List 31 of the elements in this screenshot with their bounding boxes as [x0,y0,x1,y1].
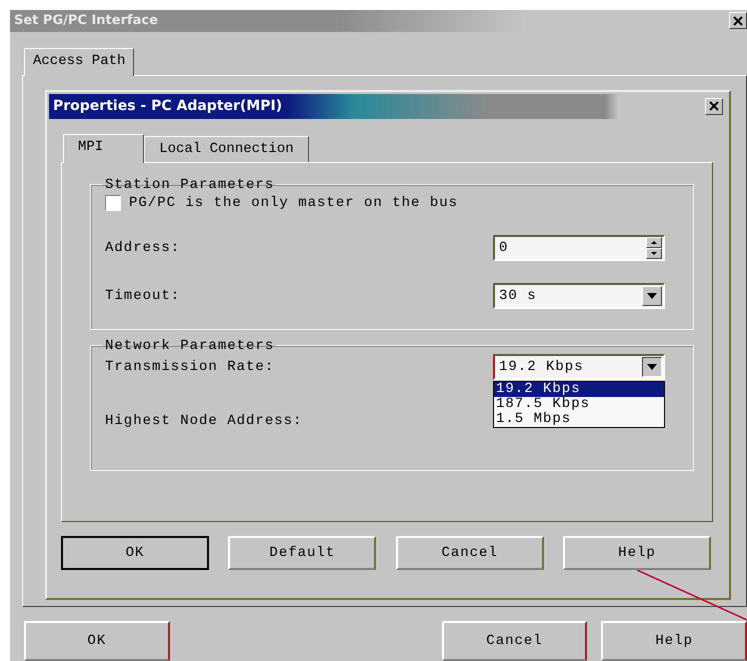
spin-field[interactable]: 0 [493,234,665,261]
tab[interactable]: Access Path [24,48,134,76]
field-label: Transmission Rate: [105,358,274,375]
dialog-button[interactable]: Help [562,536,711,570]
checkbox-label: PG/PC is the only master on the bus [129,194,458,211]
dialog-button[interactable]: Help [601,621,747,661]
dropdown[interactable]: 19.2 Kbps [493,354,665,380]
group-title: Station Parameters [104,176,276,193]
close-button[interactable] [705,98,723,115]
field-label: Address: [105,240,180,256]
checkbox[interactable] [105,194,121,211]
tab[interactable]: Local Connection [144,136,309,162]
dropdown-option[interactable]: 19.2 Kbps [494,382,664,397]
spin-buttons[interactable] [646,236,662,259]
close-button[interactable] [729,12,747,30]
dialog-button[interactable]: Cancel [442,621,588,661]
dialog-button[interactable]: Cancel [396,536,544,570]
close-icon [709,101,719,112]
dropdown-option[interactable]: 1.5 Mbps [494,412,664,427]
close-icon [733,16,743,26]
group-title: Network Parameters [104,338,276,354]
dialog-button[interactable]: OK [61,536,209,570]
dropdown[interactable]: 30 s [493,282,665,309]
field-label: Timeout: [105,288,180,304]
tab[interactable]: MPI [63,134,144,163]
dialog-title: Properties - PC Adapter(MPI) [53,98,282,114]
dialog-button[interactable]: OK [24,621,170,661]
window-title: Set PG/PC Interface [14,13,158,28]
dropdown-option[interactable]: 187.5 Kbps [494,396,664,412]
dialog-button[interactable]: Default [228,536,376,570]
field-label: Highest Node Address: [105,412,302,429]
